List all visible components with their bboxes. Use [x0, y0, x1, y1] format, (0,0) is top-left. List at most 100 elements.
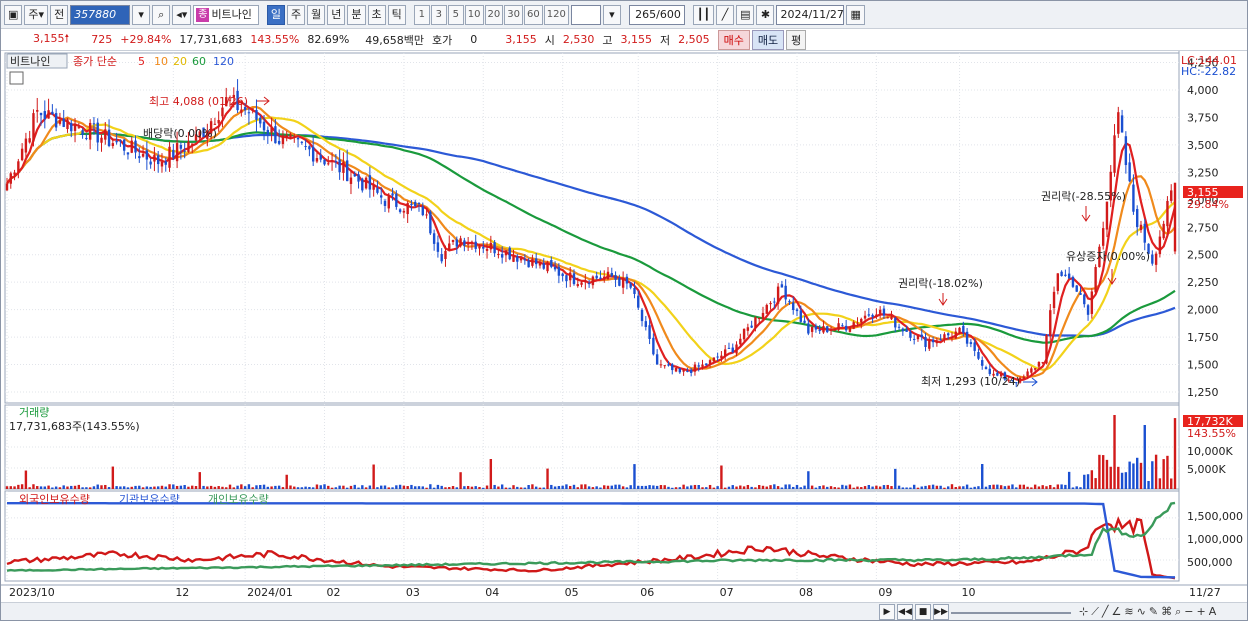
candle-body — [296, 137, 300, 140]
table-icon[interactable] — [9, 71, 24, 85]
candle-body — [822, 326, 825, 333]
cross-tool-icon[interactable]: ⊹ — [1079, 605, 1088, 619]
candle-body — [1086, 305, 1090, 315]
interval-tab-0[interactable]: 일 — [266, 4, 286, 25]
fib-tool-icon[interactable]: ≋ — [1124, 605, 1133, 619]
volume-bar — [376, 487, 379, 489]
candle-body — [686, 370, 689, 372]
sell-button[interactable]: 매도 — [751, 29, 785, 50]
candle-body — [92, 123, 96, 125]
candle-style-icon[interactable]: ┃┃ — [692, 4, 715, 25]
interval-tab-2[interactable]: 월 — [307, 4, 326, 25]
zoom-slider[interactable] — [951, 612, 1071, 614]
fast-forward-icon[interactable]: ▶▶ — [933, 604, 949, 620]
volume-bar — [308, 486, 311, 489]
rewind-icon[interactable]: ◀◀ — [897, 604, 913, 620]
volume-bar — [837, 487, 840, 489]
candle-body — [20, 148, 24, 161]
chart-scrollbar[interactable]: ▶ ◀◀ ■ ▶▶ ⊹ ⟋ ╱ ∠ ≋ ∿ ✎ ⌘ ⌕ − + A — [1, 602, 1247, 620]
candle-body — [156, 155, 160, 165]
volume-bar — [466, 485, 470, 489]
window-icon[interactable]: ▣ — [4, 4, 23, 25]
volume-bar — [497, 486, 500, 489]
volume-bar — [225, 487, 228, 489]
volume-bar — [425, 487, 428, 489]
minute-option-3[interactable]: 3 — [430, 4, 447, 25]
avg-button[interactable]: 평 — [786, 29, 807, 50]
stop-icon[interactable]: ■ — [915, 604, 931, 620]
code-dropdown-icon[interactable]: ▾ — [132, 4, 151, 25]
save-icon[interactable]: ▤ — [736, 4, 755, 25]
minus-icon[interactable]: − — [1184, 605, 1193, 619]
gear-icon[interactable]: ✱ — [756, 4, 775, 25]
minute-option-30[interactable]: 30 — [504, 4, 523, 25]
interval-tab-3[interactable]: 년 — [327, 4, 346, 25]
volume-bar — [153, 486, 156, 489]
interval-tab-6[interactable]: 틱 — [387, 4, 406, 25]
interval-tab-4[interactable]: 분 — [347, 4, 366, 25]
scroll-right-icon[interactable]: ▶ — [879, 604, 895, 620]
text-tool-icon[interactable]: A — [1209, 605, 1217, 619]
zoom-icon[interactable]: ⌕ — [1175, 605, 1181, 619]
tag-tool-icon[interactable]: ⌘ — [1161, 605, 1172, 619]
stock-code-input[interactable]: 357880 — [70, 4, 131, 25]
volume-bar — [304, 486, 307, 489]
period-mode-select[interactable]: 주▾ — [24, 4, 49, 25]
prev-button[interactable]: 전 — [50, 4, 69, 25]
candle-body — [28, 138, 31, 143]
candle-body — [497, 253, 500, 256]
volume-bar — [54, 486, 58, 489]
search-icon[interactable]: ⌕ — [152, 4, 171, 25]
volume-bar — [618, 484, 621, 489]
minute-option-10[interactable]: 10 — [464, 4, 484, 25]
minute-option-5[interactable]: 5 — [447, 4, 464, 25]
volume-bar — [353, 484, 356, 489]
stock-name-box[interactable]: 종 비트나인 — [193, 4, 259, 25]
pen-tool-icon[interactable]: ✎ — [1149, 605, 1158, 619]
candle-body — [361, 178, 364, 191]
custom-interval-input[interactable] — [570, 4, 601, 25]
candle-body — [973, 342, 976, 351]
buy-button[interactable]: 매수 — [717, 29, 750, 50]
minute-option-20[interactable]: 20 — [484, 4, 504, 25]
calendar-icon[interactable]: ▦ — [846, 4, 865, 25]
volume-bar — [912, 484, 916, 489]
candle-body — [364, 177, 368, 189]
minute-option-60[interactable]: 60 — [524, 4, 543, 25]
angle-tool-icon[interactable]: ∠ — [1112, 605, 1122, 619]
volume-bar — [519, 487, 523, 489]
count-input[interactable]: 265/600 — [628, 4, 685, 25]
candle-body — [1113, 135, 1116, 173]
volume-bar — [1120, 472, 1124, 489]
chart-canvas[interactable]: 4,2504,0003,7503,5003,2503,0002,7502,500… — [1, 51, 1248, 602]
volume-bar — [776, 486, 780, 489]
volume-bar — [587, 486, 591, 489]
volume-bar — [894, 468, 897, 489]
speaker-icon[interactable]: ◂▾ — [172, 4, 192, 25]
minute-option-120[interactable]: 120 — [543, 4, 569, 25]
custom-interval-dropdown-icon[interactable]: ▾ — [602, 4, 621, 25]
wave-tool-icon[interactable]: ∿ — [1137, 605, 1146, 619]
volume-bar — [104, 484, 107, 489]
date-input[interactable]: 2024/11/27 — [776, 4, 845, 25]
candle-body — [981, 360, 984, 366]
volume-bar — [357, 487, 360, 489]
volume-bar — [17, 484, 20, 489]
draw-tool-icon[interactable]: ╱ — [716, 4, 735, 25]
candle-body — [697, 365, 700, 367]
interval-tab-5[interactable]: 초 — [367, 4, 386, 25]
candle-body — [54, 113, 58, 128]
candle-body — [145, 150, 149, 160]
interval-tab-1[interactable]: 주 — [287, 4, 306, 25]
trend-tool-icon[interactable]: ⟋ — [1091, 605, 1099, 619]
volume-bar — [969, 487, 973, 489]
candle-body — [591, 276, 595, 286]
volume-bar — [950, 484, 954, 489]
candle-body — [115, 140, 118, 143]
minute-option-1[interactable]: 1 — [413, 4, 430, 25]
line-tool-icon[interactable]: ╱ — [1102, 605, 1109, 619]
count-max: /600 — [656, 7, 681, 21]
plus-icon[interactable]: + — [1196, 605, 1205, 619]
candle-body — [682, 369, 685, 372]
volume-bar — [311, 487, 315, 489]
